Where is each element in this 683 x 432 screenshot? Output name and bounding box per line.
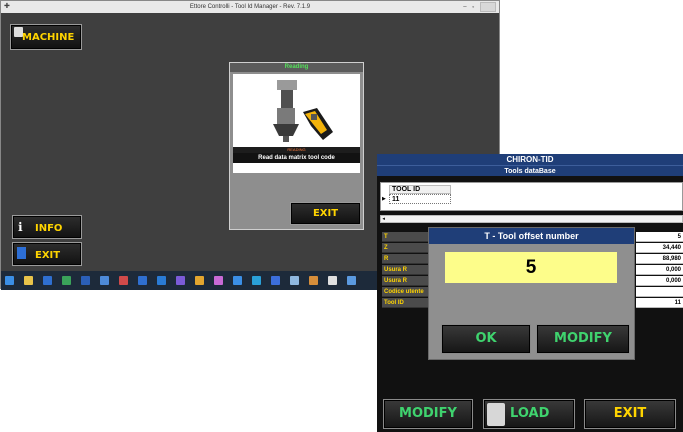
- taskbar-app3-icon[interactable]: [252, 276, 261, 285]
- grid-header-tool-id[interactable]: TOOL ID: [389, 185, 451, 194]
- reading-exit-button[interactable]: EXIT: [290, 202, 361, 225]
- window-close-button[interactable]: [480, 2, 496, 12]
- property-label: Codice utente: [382, 287, 432, 297]
- modal-modify-button[interactable]: MODIFY: [536, 324, 630, 354]
- property-label: T: [382, 232, 432, 242]
- taskbar-word-icon[interactable]: [81, 276, 90, 285]
- taskbar-vscode-icon[interactable]: [176, 276, 185, 285]
- chiron-subtitle: Tools dataBase: [377, 165, 683, 176]
- grid-cell-tool-id[interactable]: 11: [389, 194, 451, 204]
- window-titlebar: Ettore Controlli - Tool Id Manager - Rev…: [1, 1, 499, 13]
- property-value: 0,000: [636, 265, 683, 275]
- row-pointer-icon: ▶: [382, 196, 386, 202]
- property-value: 0,000: [636, 276, 683, 286]
- chiron-title: CHIRON-TID: [377, 154, 683, 165]
- tool-offset-modal: T - Tool offset number 5 OK MODIFY: [428, 227, 635, 360]
- taskbar-hp-icon[interactable]: [43, 276, 52, 285]
- grid-horizontal-scrollbar[interactable]: ◂: [380, 215, 683, 223]
- exit-side-button[interactable]: EXIT: [12, 242, 82, 266]
- reading-dialog-title: Reading: [230, 63, 363, 72]
- property-value: 88,980: [636, 254, 683, 264]
- window-controls: – ▫: [463, 2, 496, 12]
- property-value: 11: [636, 298, 683, 308]
- info-icon: ℹ: [18, 220, 23, 234]
- taskbar-paint-icon[interactable]: [214, 276, 223, 285]
- load-button-label: LOAD: [510, 406, 550, 421]
- taskbar-app-icon[interactable]: [100, 276, 109, 285]
- minimize-maximize-buttons[interactable]: – ▫: [463, 5, 476, 11]
- property-label: Usura R: [382, 276, 432, 286]
- reading-dialog: Reading READING Read data matrix tool co…: [229, 62, 364, 230]
- tools-grid[interactable]: TOOL ID ▶ 11: [380, 182, 683, 211]
- reading-output-field: [233, 163, 360, 173]
- info-button[interactable]: ℹ INFO: [12, 215, 82, 239]
- load-tool-icon: [487, 403, 505, 426]
- ok-button[interactable]: OK: [441, 324, 531, 354]
- tool-and-scanner-illustration: [273, 80, 333, 142]
- exit-door-icon: [17, 247, 26, 259]
- taskbar-chart-icon[interactable]: [138, 276, 147, 285]
- taskbar-app6-icon[interactable]: [309, 276, 318, 285]
- machine-button-label: MACHINE: [22, 32, 75, 43]
- exit-button[interactable]: EXIT: [584, 399, 676, 429]
- taskbar-chrome-icon[interactable]: [195, 276, 204, 285]
- property-label: Usura R: [382, 265, 432, 275]
- property-label: Z: [382, 243, 432, 253]
- taskbar-explorer-icon[interactable]: [24, 276, 33, 285]
- tool-reader-image: [233, 74, 360, 147]
- modal-title: T - Tool offset number: [429, 228, 634, 244]
- tool-offset-input[interactable]: 5: [445, 252, 617, 283]
- app-icon: ✚: [4, 3, 10, 10]
- taskbar-pdf-icon[interactable]: [119, 276, 128, 285]
- property-value: 34,440: [636, 243, 683, 253]
- taskbar-app7-icon[interactable]: [328, 276, 337, 285]
- property-label: R: [382, 254, 432, 264]
- taskbar-outlook-icon[interactable]: [157, 276, 166, 285]
- taskbar-app2-icon[interactable]: [233, 276, 242, 285]
- property-value: [636, 287, 683, 297]
- machine-button[interactable]: MACHINE: [10, 24, 82, 50]
- exit-side-button-label: EXIT: [35, 250, 61, 261]
- property-value: 5: [636, 232, 683, 242]
- info-button-label: INFO: [35, 223, 63, 234]
- taskbar-windows-logo-icon[interactable]: [5, 276, 14, 285]
- taskbar-app4-icon[interactable]: [271, 276, 280, 285]
- modify-button[interactable]: MODIFY: [383, 399, 473, 429]
- reading-message: Read data matrix tool code: [233, 153, 360, 163]
- taskbar-app8-icon[interactable]: [347, 276, 356, 285]
- load-button[interactable]: LOAD: [483, 399, 575, 429]
- taskbar-app5-icon[interactable]: [290, 276, 299, 285]
- window-title: Ettore Controlli - Tool Id Manager - Rev…: [189, 4, 311, 10]
- taskbar-image-icon[interactable]: [62, 276, 71, 285]
- property-label: Tool ID: [382, 298, 432, 308]
